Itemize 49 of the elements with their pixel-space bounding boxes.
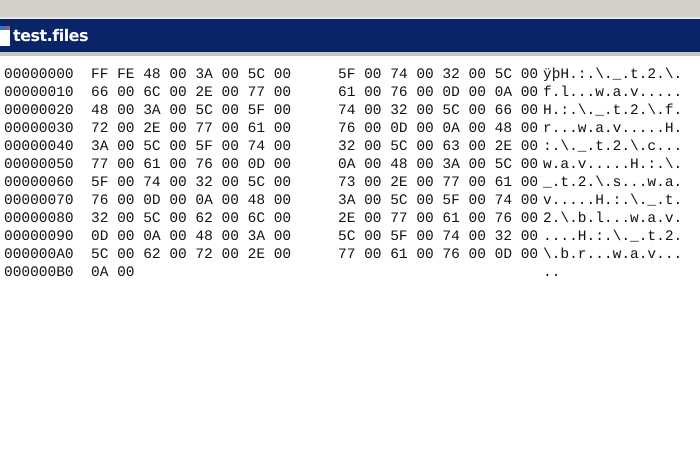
hex-cell: 77 00 61 00 76 00 0D 00 bbox=[91, 157, 292, 173]
hex-cell: 32 00 5C 00 62 00 6C 00 bbox=[91, 211, 292, 227]
offset-cell-text: 00000070 bbox=[3, 192, 75, 210]
hex-cell: 3A 00 5C 00 5F 00 74 00 bbox=[91, 139, 292, 155]
ascii-cell: f.l...w.a.v..... bbox=[543, 85, 682, 101]
ascii-cell: ....H.:.\._.t.2. bbox=[543, 229, 682, 245]
hex-cell: 61 00 76 00 0D 00 0A 00 bbox=[338, 85, 538, 101]
hex-cell: 32 00 5C 00 63 00 2E 00 bbox=[338, 139, 538, 155]
offset-cell-text: 00000020 bbox=[3, 102, 75, 120]
ascii-cell: w.a.v.....H.:.\. bbox=[543, 157, 682, 173]
offset-cell-text: 00000010 bbox=[3, 84, 75, 102]
window-icon bbox=[0, 26, 10, 46]
offset-cell-text: 00000050 bbox=[3, 156, 75, 174]
hex-cell: 73 00 2E 00 77 00 61 00 bbox=[338, 175, 538, 191]
hex-cell: 5F 00 74 00 32 00 5C 00 bbox=[338, 67, 538, 83]
hex-cell: FF FE 48 00 3A 00 5C 00 bbox=[91, 67, 292, 83]
ascii-cell: 2.\.b.l...w.a.v. bbox=[543, 211, 682, 227]
offset-cell-text: 00000030 bbox=[3, 120, 75, 138]
window-title: test.files bbox=[13, 26, 88, 45]
offset-cell-text: 000000B0 bbox=[3, 264, 75, 282]
ascii-cell: _.t.2.\.s...w.a. bbox=[543, 175, 682, 191]
hex-cell: 72 00 2E 00 77 00 61 00 bbox=[91, 121, 292, 137]
hex-cell: 3A 00 5C 00 5F 00 74 00 bbox=[338, 193, 538, 209]
hex-cell: 2E 00 77 00 61 00 76 00 bbox=[338, 211, 538, 227]
offset-cell-text: 00000080 bbox=[3, 210, 75, 228]
offset-cell-text: 00000060 bbox=[3, 174, 75, 192]
hex-cell: 5F 00 74 00 32 00 5C 00 bbox=[91, 175, 292, 191]
hex-cell: 76 00 0D 00 0A 00 48 00 bbox=[338, 121, 538, 137]
offset-cell-text: 000000A0 bbox=[3, 246, 75, 264]
ascii-cell: r...w.a.v.....H. bbox=[543, 121, 682, 137]
hex-cell: 66 00 6C 00 2E 00 77 00 bbox=[91, 85, 292, 101]
hex-cell: 48 00 3A 00 5C 00 5F 00 bbox=[91, 103, 292, 119]
hex-cell: 74 00 32 00 5C 00 66 00 bbox=[338, 103, 538, 119]
hex-cell: 77 00 61 00 76 00 0D 00 bbox=[338, 247, 538, 263]
hex-cell: 5C 00 5F 00 74 00 32 00 bbox=[338, 229, 538, 245]
offset-cell-text: 00000000 bbox=[3, 66, 75, 84]
ascii-cell: v.....H.:.\._.t. bbox=[543, 193, 682, 209]
offset-cell-text: 00000040 bbox=[3, 138, 75, 156]
ascii-cell: \.b.r...w.a.v... bbox=[543, 247, 682, 263]
hex-cell: 0A 00 48 00 3A 00 5C 00 bbox=[338, 157, 538, 173]
hex-cell: 0A 00 bbox=[91, 265, 135, 281]
ascii-cell: .. bbox=[543, 265, 560, 281]
hex-cell: 5C 00 62 00 72 00 2E 00 bbox=[91, 247, 292, 263]
ascii-cell: ÿþH.:.\._.t.2.\. bbox=[543, 67, 682, 83]
ascii-cell: :.\._.t.2.\.c... bbox=[543, 139, 682, 155]
hex-cell: 0D 00 0A 00 48 00 3A 00 bbox=[91, 229, 292, 245]
hex-cell: 76 00 0D 00 0A 00 48 00 bbox=[91, 193, 292, 209]
offset-cell-text: 00000090 bbox=[3, 228, 75, 246]
ascii-cell: H.:.\._.t.2.\.f. bbox=[543, 103, 682, 119]
